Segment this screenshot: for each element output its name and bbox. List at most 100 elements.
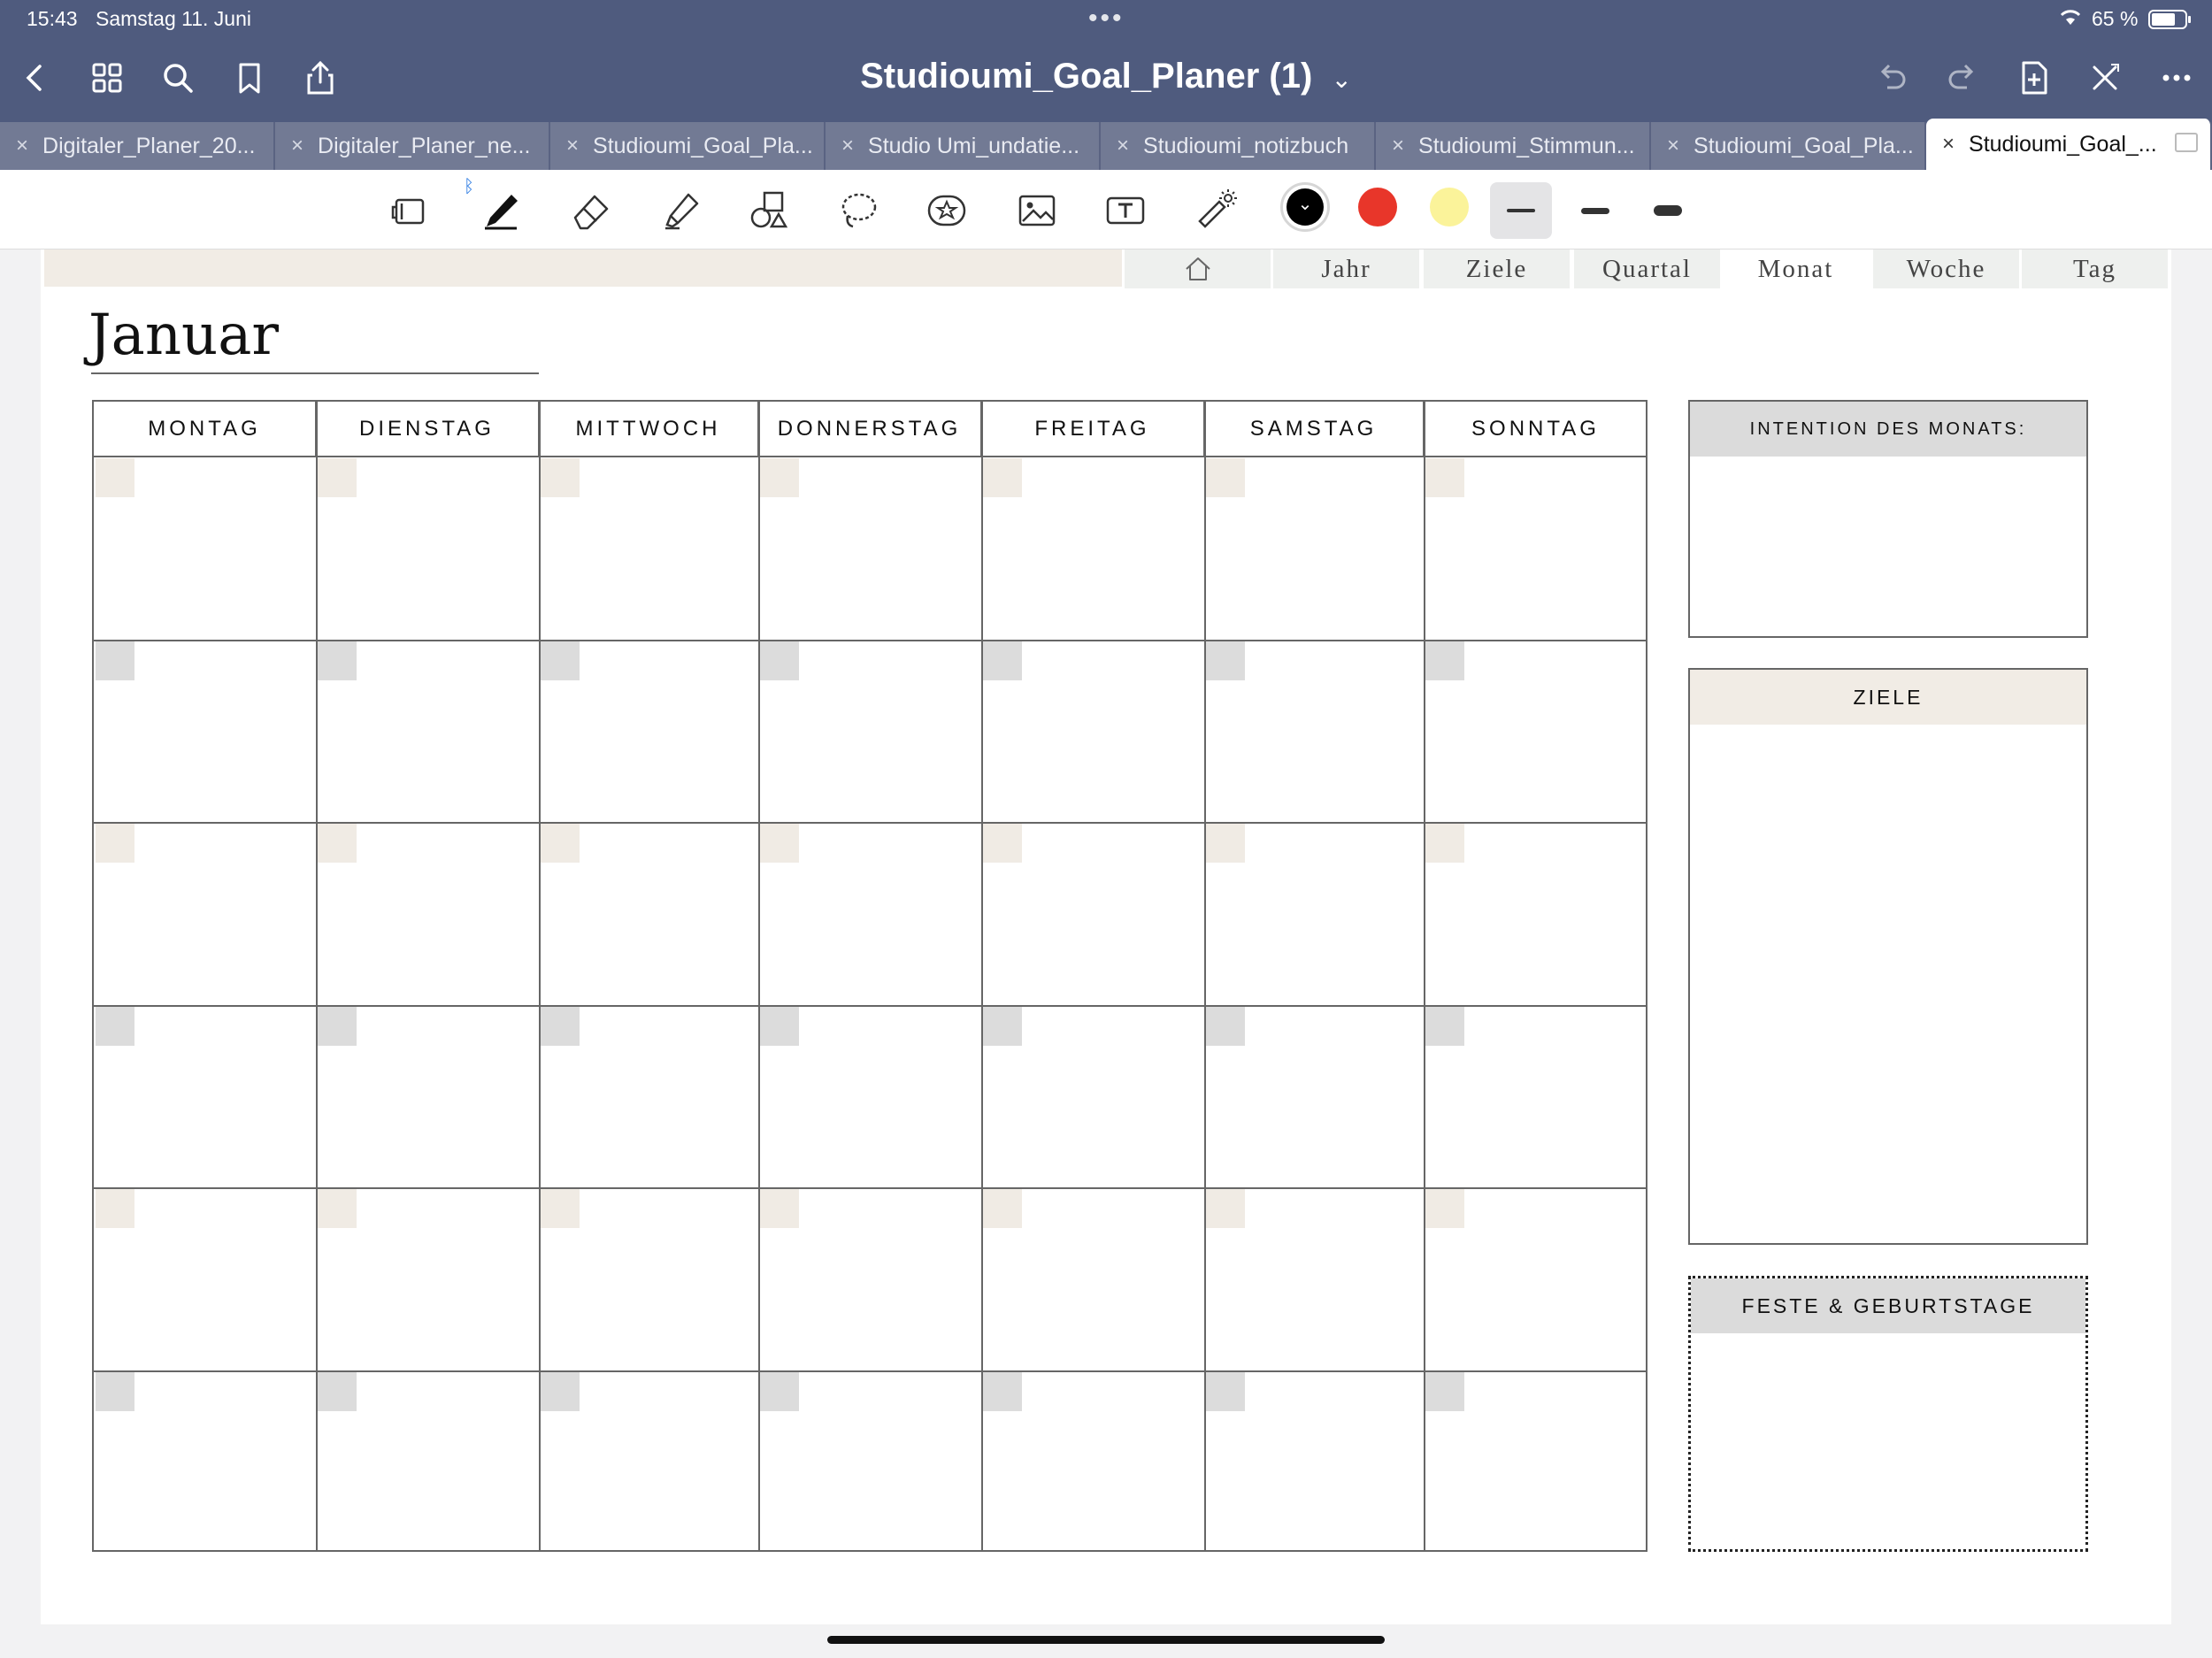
undo-icon[interactable] [1869,55,1915,101]
calendar-day-cell[interactable] [539,1370,758,1552]
stroke-medium-option[interactable] [1564,182,1626,239]
home-indicator[interactable] [827,1636,1385,1644]
calendar-day-cell[interactable] [94,457,316,640]
nav-tag[interactable]: Tag [2019,249,2168,288]
tab-close-icon[interactable]: × [566,134,579,158]
planner-page[interactable]: Jahr Ziele Quartal Monat Woche Tag Janua… [41,249,2171,1624]
calendar-day-cell[interactable] [94,1370,316,1552]
close-editor-icon[interactable] [2082,55,2128,101]
tab-close-icon[interactable]: × [1667,134,1679,158]
add-page-icon[interactable] [2011,55,2057,101]
multitasking-dots-icon[interactable]: ••• [1088,4,1125,34]
sticker-tool-icon[interactable] [922,186,972,235]
more-icon[interactable] [2154,55,2200,101]
tab-document[interactable]: × Studioumi_notizbuch [1101,122,1376,170]
calendar-day-cell[interactable] [316,457,539,640]
calendar-day-cell[interactable] [94,1005,316,1187]
calendar-day-cell[interactable] [316,822,539,1005]
calendar-day-cell[interactable] [539,640,758,822]
tab-document-active[interactable]: × Studioumi_Goal_... [1926,119,2212,170]
title-caret-icon[interactable]: ⌄ [1331,65,1351,93]
calendar-day-cell[interactable] [539,457,758,640]
color-yellow-swatch[interactable] [1430,188,1469,226]
calendar-day-cell[interactable] [1204,457,1424,640]
calendar-day-cell[interactable] [758,640,981,822]
image-tool-icon[interactable] [1012,186,1062,235]
calendar-day-cell[interactable] [1424,1370,1647,1552]
calendar-day-cell[interactable] [981,457,1204,640]
calendar-day-cell[interactable] [758,457,981,640]
calendar-day-cell[interactable] [1424,1005,1647,1187]
calendar-day-cell[interactable] [1424,822,1647,1005]
calendar-day-cell[interactable] [981,1005,1204,1187]
calendar-day-cell[interactable] [316,640,539,822]
calendar-day-cell[interactable] [981,822,1204,1005]
calendar-day-cell[interactable] [316,1187,539,1370]
date-number-box [1206,824,1245,863]
holidays-box-heading: FESTE & GEBURTSTAGE [1691,1278,2085,1333]
intention-box[interactable]: INTENTION DES MONATS: [1688,400,2088,638]
tab-close-icon[interactable]: × [841,134,854,158]
tab-document[interactable]: × Studioumi_Goal_Pla... [550,122,826,170]
nav-monat[interactable]: Monat [1720,249,1869,288]
tab-document[interactable]: × Studioumi_Stimmun... [1376,122,1651,170]
calendar-day-cell[interactable] [1204,1370,1424,1552]
split-view-icon[interactable] [2175,133,2198,152]
weekday-header: DIENSTAG [316,402,539,457]
calendar-day-cell[interactable] [94,640,316,822]
color-black-swatch[interactable]: ⌄ [1280,182,1330,232]
weekday-header: SONNTAG [1471,417,1600,441]
page-header-strip [44,249,1122,287]
highlighter-tool-icon[interactable] [657,186,706,235]
redo-icon[interactable] [1939,55,1985,101]
calendar-day-cell[interactable] [539,1005,758,1187]
calendar-day-cell[interactable] [1204,822,1424,1005]
calendar-day-cell[interactable] [316,1005,539,1187]
calendar-day-cell[interactable] [758,1370,981,1552]
tab-close-icon[interactable]: × [291,134,303,158]
tab-document[interactable]: × Studioumi_Goal_Pla... [1651,122,1926,170]
nav-quartal[interactable]: Quartal [1571,249,1720,288]
calendar-day-cell[interactable] [981,1187,1204,1370]
holidays-box[interactable]: FESTE & GEBURTSTAGE [1688,1276,2088,1552]
calendar-day-cell[interactable] [539,822,758,1005]
laser-pointer-icon[interactable] [1191,186,1240,235]
calendar-day-cell[interactable] [539,1187,758,1370]
calendar-day-cell[interactable] [1424,457,1647,640]
calendar-day-cell[interactable] [758,1005,981,1187]
read-mode-icon[interactable] [386,186,435,235]
pen-tool-icon[interactable] [476,186,526,235]
shapes-tool-icon[interactable] [745,186,795,235]
calendar-day-cell[interactable] [1204,640,1424,822]
lasso-tool-icon[interactable] [833,186,883,235]
stroke-thick-option[interactable] [1637,182,1699,239]
calendar-day-cell[interactable] [94,1187,316,1370]
calendar-day-cell[interactable] [981,1370,1204,1552]
calendar-day-cell[interactable] [94,822,316,1005]
goals-box[interactable]: ZIELE [1688,668,2088,1245]
nav-woche[interactable]: Woche [1870,249,2019,288]
tab-document[interactable]: × Digitaler_Planer_20... [0,122,275,170]
tab-close-icon[interactable]: × [16,134,28,158]
nav-jahr[interactable]: Jahr [1271,249,1419,288]
calendar-day-cell[interactable] [758,1187,981,1370]
tab-document[interactable]: × Studio Umi_undatie... [826,122,1101,170]
stroke-thin-option[interactable] [1490,182,1552,239]
calendar-day-cell[interactable] [316,1370,539,1552]
color-red-swatch[interactable] [1358,188,1397,226]
calendar-day-cell[interactable] [981,640,1204,822]
calendar-day-cell[interactable] [1424,1187,1647,1370]
calendar-day-cell[interactable] [758,822,981,1005]
date-number-box [318,641,357,680]
nav-ziele[interactable]: Ziele [1421,249,1570,288]
tab-document[interactable]: × Digitaler_Planer_ne... [275,122,550,170]
tab-close-icon[interactable]: × [1942,132,1955,157]
calendar-day-cell[interactable] [1204,1005,1424,1187]
tab-close-icon[interactable]: × [1117,134,1129,158]
calendar-day-cell[interactable] [1424,640,1647,822]
eraser-tool-icon[interactable] [566,186,616,235]
calendar-day-cell[interactable] [1204,1187,1424,1370]
tab-close-icon[interactable]: × [1392,134,1404,158]
nav-home[interactable] [1122,249,1271,288]
text-tool-icon[interactable] [1101,186,1150,235]
